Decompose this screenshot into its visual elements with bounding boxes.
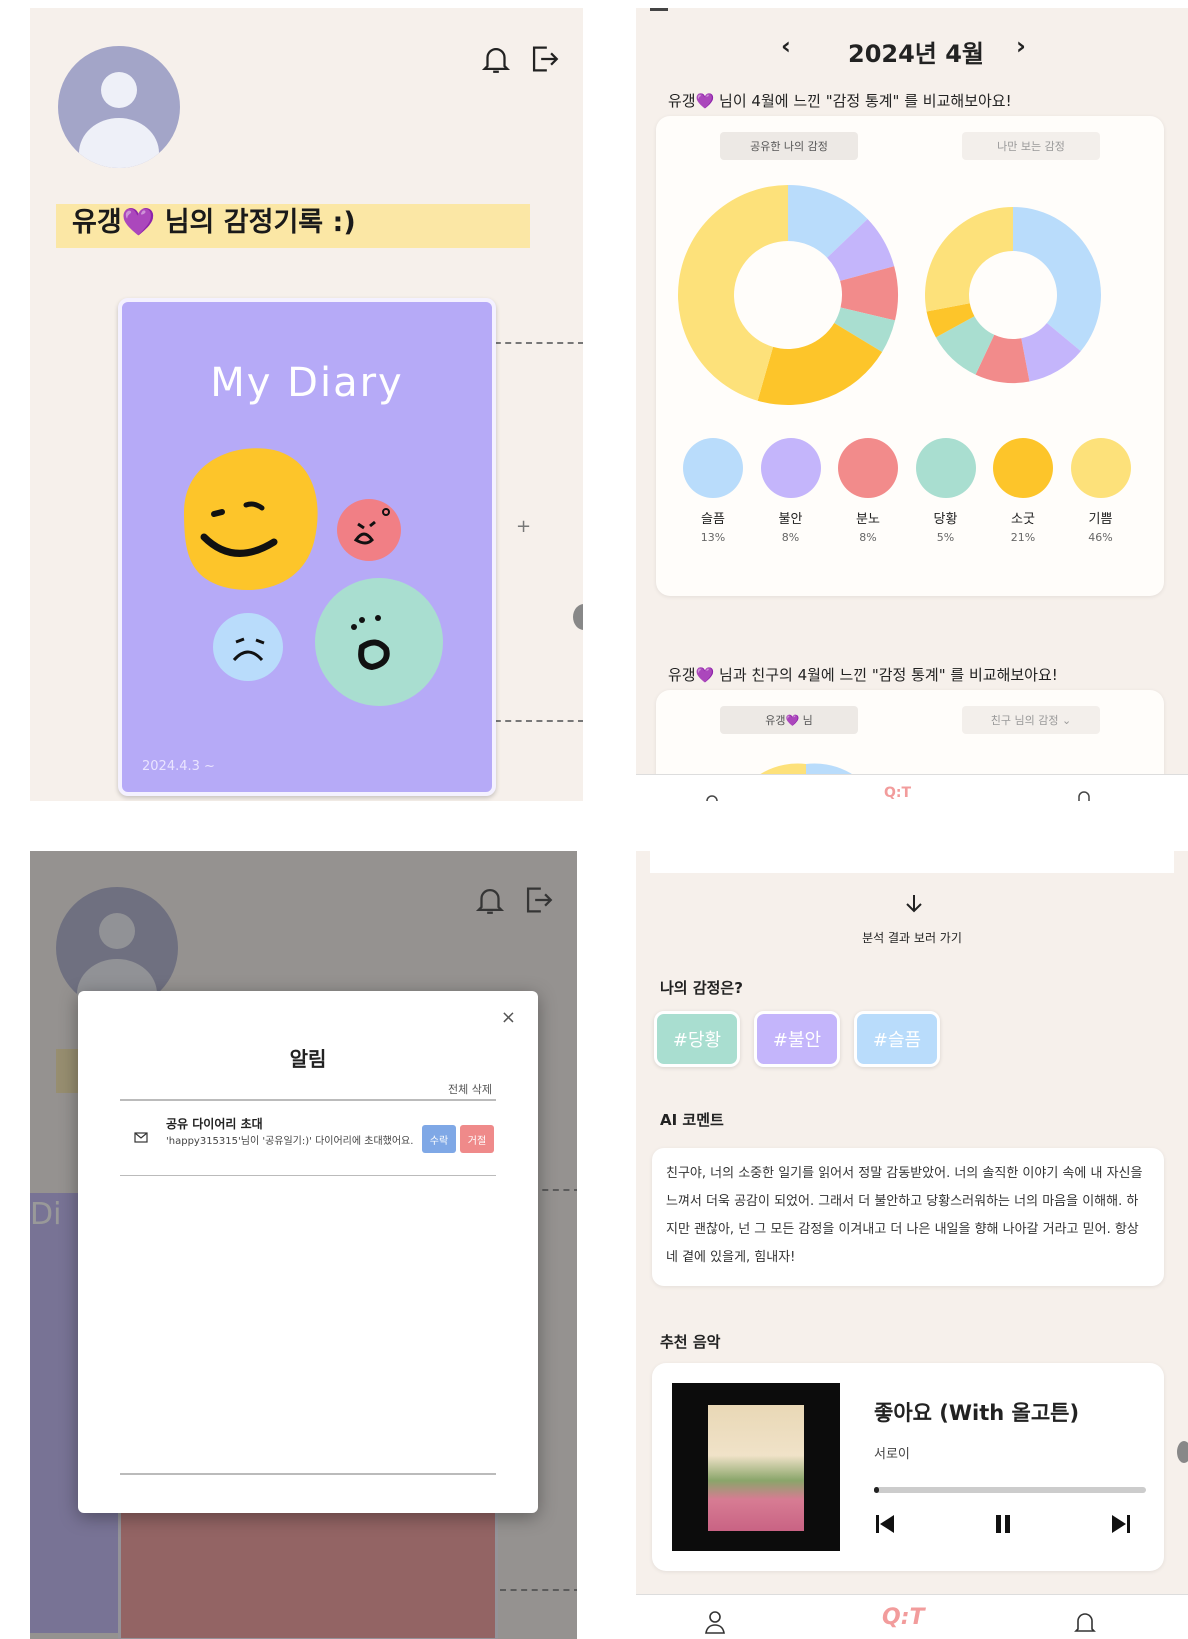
bell-nav-icon[interactable] bbox=[1074, 1609, 1096, 1635]
home-logo-icon[interactable]: Q:T bbox=[884, 785, 911, 801]
top-strip bbox=[650, 851, 1174, 873]
add-diary-plus[interactable]: + bbox=[516, 516, 531, 537]
tab-shared-emotions[interactable]: 공유한 나의 감정 bbox=[720, 132, 858, 160]
bell-nav-icon[interactable] bbox=[1076, 789, 1092, 801]
previous-track-icon[interactable] bbox=[874, 1513, 896, 1535]
emotion-name: 소굿 bbox=[1011, 512, 1035, 527]
emotion-donut-charts bbox=[678, 185, 1101, 405]
emotion-tag[interactable]: #슬픔 bbox=[854, 1011, 940, 1067]
emotion-face-icon bbox=[1070, 438, 1131, 498]
stats-heading: 유갱💜 님이 4월에 느낀 "감정 통계" 를 비교해보아요! bbox=[668, 92, 1012, 110]
emotion-percent: 5% bbox=[936, 531, 955, 544]
month-title: 2024년 4월 bbox=[848, 40, 985, 68]
prev-month-button[interactable]: ‹ bbox=[781, 32, 791, 60]
modal-title: 알림 bbox=[289, 1047, 327, 1071]
status-mark bbox=[650, 8, 668, 11]
emotion-face-icon bbox=[683, 438, 743, 498]
scroll-knob[interactable] bbox=[1177, 1441, 1188, 1463]
song-progress[interactable] bbox=[874, 1487, 1146, 1493]
music-label: 추천 음악 bbox=[660, 1333, 721, 1351]
tab-private-emotions[interactable]: 나만 보는 감정 bbox=[962, 132, 1100, 160]
next-month-button[interactable]: › bbox=[1016, 32, 1026, 60]
emotion-name: 분노 bbox=[856, 512, 880, 527]
emotion-face-icon bbox=[838, 438, 898, 498]
emotion-faces-illustration bbox=[184, 448, 443, 706]
emotion-percent: 8% bbox=[781, 531, 800, 544]
diary-cover[interactable]: My Diary 2024.4.3 ~ bbox=[118, 298, 496, 796]
analysis-screen: 분석 결과 보러 가기 나의 감정은? #당황 #불안 #슬픔 AI 코멘트 친구야… bbox=[636, 851, 1188, 1639]
profile-nav-icon[interactable] bbox=[704, 1609, 726, 1635]
ai-comment-label: AI 코멘트 bbox=[660, 1111, 724, 1129]
emotion-item: 기쁨 46% bbox=[1066, 438, 1136, 544]
friend-select[interactable]: 친구 님의 감정 ⌄ bbox=[962, 706, 1100, 734]
emotion-tag[interactable]: #당황 bbox=[654, 1011, 740, 1067]
song-title: 좋아요 (With 올고튼) bbox=[874, 1401, 1080, 1425]
emotion-item: 불안 8% bbox=[756, 438, 826, 544]
emotion-name: 당황 bbox=[933, 512, 958, 527]
diary-title: My Diary bbox=[210, 360, 404, 406]
pause-icon[interactable] bbox=[992, 1513, 1014, 1535]
emotion-item: 슬픔 13% bbox=[678, 438, 748, 544]
bottom-nav: Q:T bbox=[636, 774, 1188, 801]
emotion-face-icon bbox=[760, 438, 821, 498]
profile-screen: 유갱💜 님의 감정기록 :) + My Diary 2024.4.3 ~ bbox=[30, 8, 583, 801]
profile-nav-icon[interactable] bbox=[704, 793, 720, 801]
emotion-tag[interactable]: #불안 bbox=[754, 1011, 840, 1067]
stats-card: 공유한 나의 감정 나만 보는 감정 슬픔 13% 불안 8% 분노 8% 당황 5% 소굿 21… bbox=[656, 116, 1164, 596]
pie-slice-슬픔 bbox=[1013, 207, 1101, 352]
delete-all-button[interactable]: 전체 삭제 bbox=[448, 1081, 492, 1097]
notification-modal: × 알림 전체 삭제 공유 다이어리 초대 'happy315315'님이 '공… bbox=[78, 991, 538, 1513]
next-track-icon[interactable] bbox=[1110, 1513, 1132, 1535]
emotion-percent: 8% bbox=[859, 531, 877, 544]
emotion-name: 불안 bbox=[778, 512, 803, 527]
emotion-item: 소굿 21% bbox=[988, 438, 1058, 544]
emotion-percent: 46% bbox=[1088, 531, 1113, 544]
emotion-face-icon bbox=[993, 438, 1053, 498]
go-results-link[interactable]: 분석 결과 보러 가기 bbox=[636, 929, 1188, 946]
emotion-item: 당황 5% bbox=[911, 438, 981, 544]
ai-comment-box: 친구야, 너의 소중한 일기를 읽어서 정말 감동받았어. 너의 솔직한 이야기… bbox=[652, 1148, 1164, 1286]
notification-item-body: 'happy315315'님이 '공유일기:)' 다이어리에 초대했어요. bbox=[166, 1136, 414, 1147]
emotion-name: 슬픔 bbox=[701, 512, 725, 527]
emotion-face-icon bbox=[915, 438, 976, 498]
my-emotions-label: 나의 감정은? bbox=[660, 979, 743, 997]
home-logo-icon[interactable]: Q:T bbox=[882, 1605, 925, 1630]
record-title: 유갱💜 님의 감정기록 :) bbox=[72, 207, 356, 238]
arrow-down-icon[interactable] bbox=[904, 893, 924, 915]
diary-date: 2024.4.3 ~ bbox=[142, 759, 215, 774]
emotion-percent: 13% bbox=[700, 531, 726, 544]
mail-icon bbox=[134, 1132, 148, 1143]
reject-button[interactable]: 거절 bbox=[460, 1125, 494, 1153]
notification-screen: Di + × 알림 전체 삭제 공유 다이어리 초대 'happy315315'… bbox=[30, 851, 577, 1639]
scroll-knob[interactable] bbox=[573, 604, 583, 630]
bell-icon[interactable] bbox=[479, 42, 513, 76]
emotion-percent: 21% bbox=[1010, 531, 1036, 544]
emotion-item: 분노 8% bbox=[833, 438, 903, 544]
close-icon[interactable]: × bbox=[501, 1007, 516, 1028]
artist-name: 서로이 bbox=[874, 1447, 910, 1462]
friend-select-label: 친구 님의 감정 bbox=[990, 714, 1059, 727]
logout-icon[interactable] bbox=[527, 42, 561, 76]
emotion-name: 기쁨 bbox=[1088, 512, 1113, 527]
accept-button[interactable]: 수락 bbox=[422, 1125, 456, 1153]
avatar[interactable] bbox=[58, 46, 180, 168]
tab-user[interactable]: 유갱💜 님 bbox=[720, 706, 858, 734]
stats-screen: ‹ 2024년 4월 › 유갱💜 님이 4월에 느낀 "감정 통계" 를 비교해… bbox=[636, 8, 1188, 801]
bottom-nav: Q:T bbox=[636, 1594, 1188, 1639]
pie-slice-기쁨 bbox=[925, 207, 1013, 312]
album-cover bbox=[672, 1383, 840, 1551]
compare-heading: 유갱💜 님과 친구의 4월에 느낀 "감정 통계" 를 비교해보아요! bbox=[668, 666, 1058, 684]
notification-item-title: 공유 다이어리 초대 bbox=[166, 1117, 263, 1131]
music-card: 좋아요 (With 올고튼) 서로이 bbox=[652, 1363, 1164, 1571]
